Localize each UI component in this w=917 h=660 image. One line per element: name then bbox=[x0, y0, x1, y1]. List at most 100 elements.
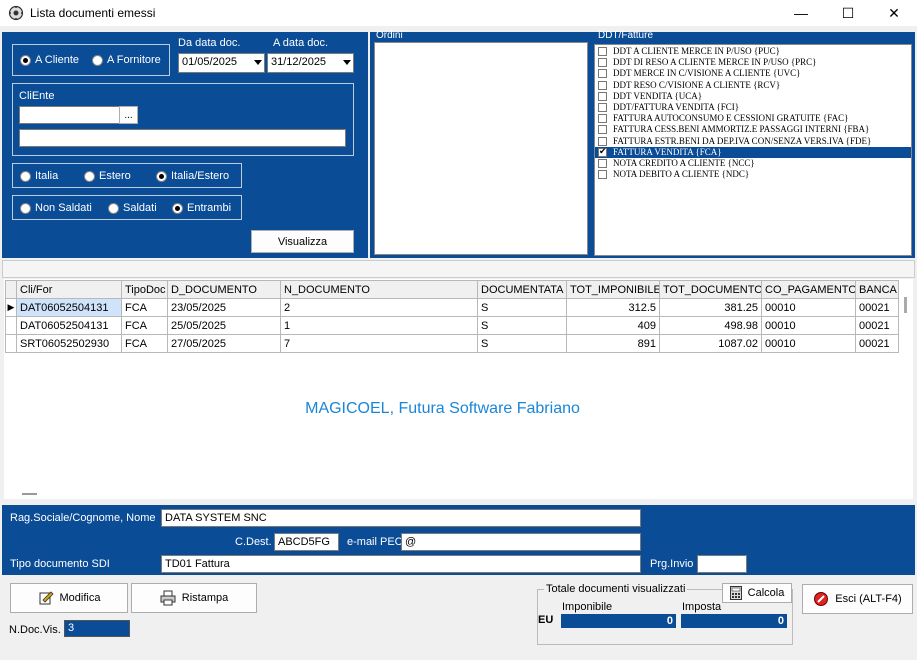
a-data-combo[interactable]: 31/12/2025 bbox=[267, 53, 354, 73]
ddt-checkbox[interactable] bbox=[598, 69, 607, 79]
da-data-combo[interactable]: 01/05/2025 bbox=[178, 53, 265, 73]
chevron-down-icon[interactable] bbox=[343, 60, 351, 65]
prg-input[interactable] bbox=[697, 555, 747, 573]
cliente-name-input[interactable] bbox=[19, 129, 346, 147]
calcola-button[interactable]: Calcola bbox=[722, 583, 792, 603]
grid-cell[interactable]: 312.5 bbox=[566, 298, 660, 317]
ddt-checkbox[interactable] bbox=[598, 170, 607, 180]
ordini-list[interactable] bbox=[374, 42, 588, 255]
splitter-bar[interactable] bbox=[2, 260, 915, 278]
radio-non-saldati-dot[interactable] bbox=[20, 202, 31, 214]
grid-cell[interactable]: 00021 bbox=[855, 316, 899, 335]
radio-a-fornitore-dot[interactable] bbox=[92, 54, 103, 66]
ddt-list-item[interactable]: FATTURA VENDITA {FCA} bbox=[595, 146, 911, 158]
grid-cell[interactable]: 00010 bbox=[761, 316, 856, 335]
ddt-list-item[interactable]: DDT MERCE IN C/VISIONE A CLIENTE {UVC} bbox=[595, 68, 911, 79]
rag-input[interactable] bbox=[161, 509, 641, 527]
close-button[interactable]: ✕ bbox=[871, 0, 917, 26]
ddt-checkbox[interactable] bbox=[598, 125, 607, 135]
grid-header-cell[interactable]: DOCUMENTATA bbox=[477, 280, 567, 299]
grid-cell[interactable]: 381.25 bbox=[659, 298, 762, 317]
esci-button[interactable]: Esci (ALT-F4) bbox=[802, 584, 913, 614]
ddt-list-item[interactable]: FATTURA ESTR.BENI DA DEP.IVA CON/SENZA V… bbox=[595, 136, 911, 147]
grid-cell[interactable]: 891 bbox=[566, 334, 660, 353]
table-row[interactable]: SRT06052502930 FCA 27/05/2025 7 S 891 10… bbox=[5, 334, 899, 353]
grid-header-cell[interactable]: TOT_DOCUMENTO bbox=[659, 280, 762, 299]
radio-italia-dot[interactable] bbox=[20, 170, 31, 182]
grid-cell[interactable]: 498.98 bbox=[659, 316, 762, 335]
ddt-checkbox[interactable] bbox=[598, 58, 607, 68]
ddt-list-item[interactable]: DDT DI RESO A CLIENTE MERCE IN P/USO {PR… bbox=[595, 57, 911, 68]
ddt-list-item[interactable]: NOTA CREDITO A CLIENTE {NCC} bbox=[595, 158, 911, 169]
ddt-list-item[interactable]: NOTA DEBITO A CLIENTE {NDC} bbox=[595, 169, 911, 180]
grid-cell[interactable]: FCA bbox=[121, 316, 168, 335]
grid-header-cell[interactable]: TipoDoc bbox=[121, 280, 168, 299]
grid-header-cell[interactable]: CO_PAGAMENTO bbox=[761, 280, 856, 299]
grid-header-cell[interactable]: Cli/For bbox=[16, 280, 122, 299]
grid-header-cell[interactable]: TOT_IMPONIBILE bbox=[566, 280, 660, 299]
grid-header-cell[interactable]: D_DOCUMENTO bbox=[167, 280, 281, 299]
radio-estero[interactable]: Estero bbox=[84, 170, 131, 182]
minimize-button[interactable]: — bbox=[778, 0, 824, 26]
radio-a-fornitore[interactable]: A Fornitore bbox=[92, 54, 161, 66]
grid-cell[interactable]: 25/05/2025 bbox=[167, 316, 281, 335]
radio-italia-estero-dot[interactable] bbox=[156, 170, 167, 182]
cliente-lookup-button[interactable]: ... bbox=[119, 106, 138, 124]
modifica-button[interactable]: Modifica bbox=[10, 583, 128, 613]
grid-cell[interactable]: FCA bbox=[121, 298, 168, 317]
table-row[interactable]: ▶ DAT06052504131 FCA 23/05/2025 2 S 312.… bbox=[5, 298, 899, 317]
grid-header-cell[interactable]: N_DOCUMENTO bbox=[280, 280, 478, 299]
grid-cell[interactable]: FCA bbox=[121, 334, 168, 353]
ddt-checkbox[interactable] bbox=[598, 158, 607, 168]
radio-saldati[interactable]: Saldati bbox=[108, 202, 157, 214]
radio-a-cliente[interactable]: A Cliente bbox=[20, 54, 79, 66]
grid-cell[interactable]: 2 bbox=[280, 298, 478, 317]
grid-cell[interactable]: 00010 bbox=[761, 334, 856, 353]
chevron-down-icon[interactable] bbox=[254, 60, 262, 65]
grid-cell[interactable]: S bbox=[477, 334, 567, 353]
ddt-list-item[interactable]: DDT A CLIENTE MERCE IN P/USO {PUC} bbox=[595, 46, 911, 57]
visualizza-button[interactable]: Visualizza bbox=[251, 230, 354, 253]
radio-italia-estero[interactable]: Italia/Estero bbox=[156, 170, 229, 182]
ddt-checkbox[interactable] bbox=[598, 91, 607, 101]
grid-cell[interactable]: 1087.02 bbox=[659, 334, 762, 353]
radio-a-cliente-dot[interactable] bbox=[20, 54, 31, 66]
ddt-checkbox[interactable] bbox=[598, 102, 607, 112]
grid-cell[interactable]: 00010 bbox=[761, 298, 856, 317]
grid-header-cell[interactable]: BANCA bbox=[855, 280, 899, 299]
ddt-checkbox[interactable] bbox=[598, 114, 607, 124]
grid-cell[interactable]: SRT06052502930 bbox=[16, 334, 122, 353]
grid-scrollbar-thumb[interactable] bbox=[904, 297, 907, 313]
tipo-sdi-input[interactable] bbox=[161, 555, 641, 573]
cdest-input[interactable] bbox=[274, 533, 339, 551]
ddt-list-item[interactable]: DDT RESO C/VISIONE A CLIENTE {RCV} bbox=[595, 80, 911, 91]
table-row[interactable]: DAT06052504131 FCA 25/05/2025 1 S 409 49… bbox=[5, 316, 899, 335]
grid-cell[interactable]: 00021 bbox=[855, 334, 899, 353]
maximize-button[interactable]: ☐ bbox=[825, 0, 871, 26]
ristampa-button[interactable]: Ristampa bbox=[131, 583, 257, 613]
grid-cell[interactable]: 00021 bbox=[855, 298, 899, 317]
grid-cell[interactable]: 7 bbox=[280, 334, 478, 353]
ddt-list-item[interactable]: FATTURA AUTOCONSUMO E CESSIONI GRATUITE … bbox=[595, 113, 911, 124]
radio-estero-dot[interactable] bbox=[84, 170, 95, 182]
grid-cell[interactable]: S bbox=[477, 316, 567, 335]
cliente-code-input[interactable] bbox=[19, 106, 120, 124]
ddt-checkbox[interactable] bbox=[598, 47, 607, 56]
grid-cell[interactable]: S bbox=[477, 298, 567, 317]
radio-entrambi[interactable]: Entrambi bbox=[172, 202, 231, 214]
grid-cell[interactable]: DAT06052504131 bbox=[16, 298, 122, 317]
radio-non-saldati[interactable]: Non Saldati bbox=[20, 202, 92, 214]
radio-entrambi-dot[interactable] bbox=[172, 202, 183, 214]
grid-cell[interactable]: 409 bbox=[566, 316, 660, 335]
ddt-checkbox[interactable] bbox=[598, 136, 607, 146]
pec-input[interactable] bbox=[401, 533, 641, 551]
radio-italia[interactable]: Italia bbox=[20, 170, 58, 182]
radio-saldati-dot[interactable] bbox=[108, 202, 119, 214]
ddt-fatture-list[interactable]: DDT A CLIENTE MERCE IN P/USO {PUC} DDT DI… bbox=[594, 44, 912, 256]
ddt-checkbox[interactable] bbox=[598, 80, 607, 90]
grid-cell[interactable]: 27/05/2025 bbox=[167, 334, 281, 353]
ddt-checkbox[interactable] bbox=[598, 146, 607, 157]
ddt-list-item[interactable]: FATTURA CESS.BENI AMMORTIZ.E PASSAGGI IN… bbox=[595, 124, 911, 135]
ddt-list-item[interactable]: DDT VENDITA {UCA} bbox=[595, 91, 911, 102]
grid-cell[interactable]: 1 bbox=[280, 316, 478, 335]
